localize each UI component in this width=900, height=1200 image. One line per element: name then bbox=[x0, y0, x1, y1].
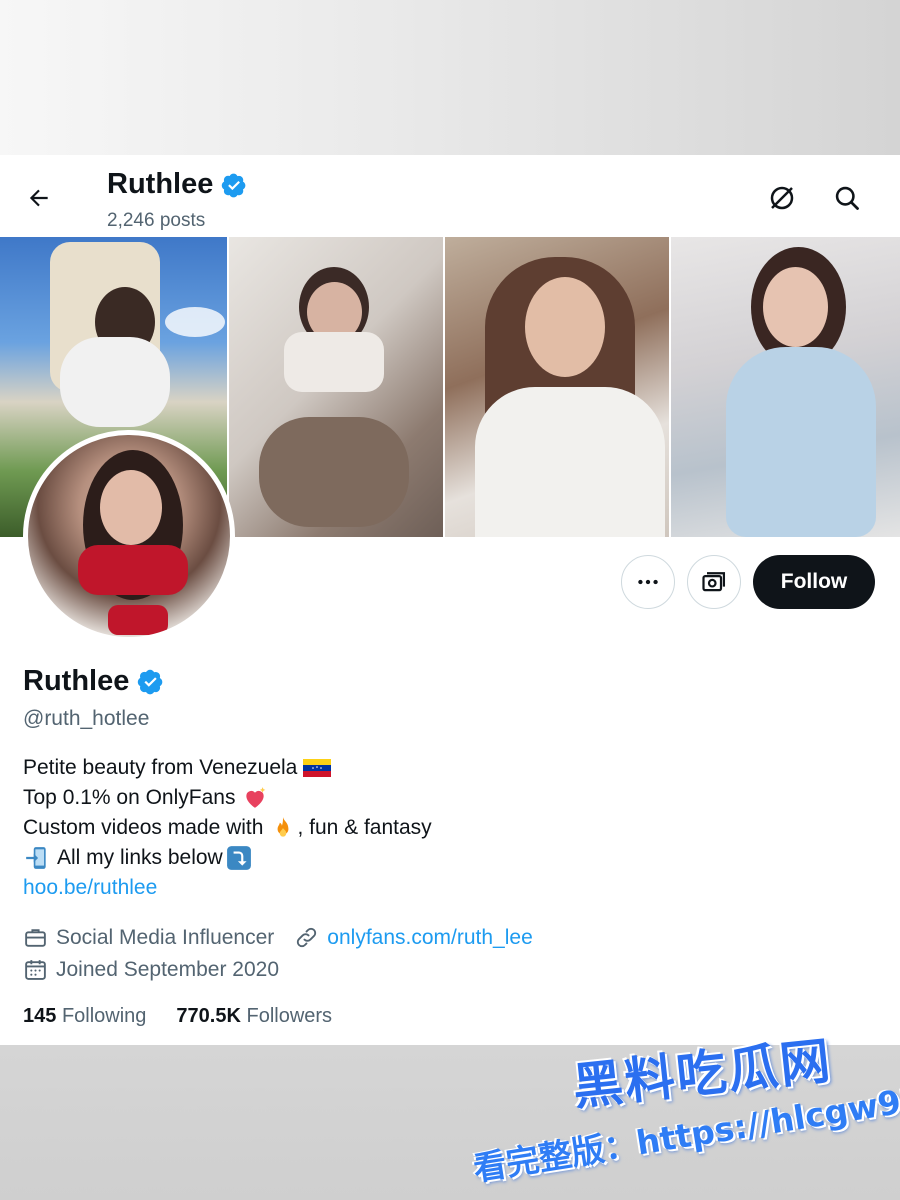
bio-link[interactable]: hoo.be/ruthlee bbox=[23, 873, 157, 903]
verified-badge-icon bbox=[221, 172, 247, 198]
following-link[interactable]: 145 Following bbox=[23, 1005, 146, 1028]
briefcase-icon bbox=[25, 929, 46, 947]
arrow-left-icon bbox=[29, 189, 48, 207]
avatar[interactable] bbox=[23, 430, 235, 642]
search-icon bbox=[835, 186, 859, 210]
venezuela-flag-icon bbox=[303, 759, 332, 777]
profile-bio: Petite beauty from Venezuela Top 0.1% on… bbox=[23, 753, 432, 903]
bio-text: All my links below bbox=[57, 846, 223, 869]
following-label: Following bbox=[61, 1005, 147, 1027]
bio-line: Custom videos made with , fun & fantasy bbox=[23, 813, 432, 843]
sparkling-heart-icon bbox=[246, 787, 266, 808]
fire-icon bbox=[278, 817, 289, 837]
more-button[interactable] bbox=[621, 555, 675, 609]
bio-line: All my links below bbox=[23, 843, 432, 873]
profile-handle: @ruth_hotlee bbox=[23, 707, 150, 730]
arrow-down-right-icon bbox=[226, 846, 251, 870]
mobile-arrow-icon bbox=[26, 847, 46, 869]
followers-label: Followers bbox=[246, 1005, 333, 1027]
profile-meta-row: Social Media Influencer onlyfans.com/rut… bbox=[23, 925, 533, 950]
profile-card: Ruthlee 2,246 posts Follow Ruthlee @ruth… bbox=[0, 155, 900, 1045]
subscribe-button[interactable] bbox=[687, 555, 741, 609]
header-name: Ruthlee bbox=[107, 168, 214, 200]
bio-line: hoo.be/ruthlee bbox=[23, 873, 432, 903]
verified-badge-icon[interactable] bbox=[137, 668, 164, 695]
banner-photo bbox=[445, 237, 669, 537]
back-button[interactable] bbox=[20, 179, 58, 217]
following-count: 145 bbox=[23, 1005, 57, 1027]
followers-link[interactable]: 770.5K Followers bbox=[176, 1005, 332, 1028]
banner-photo bbox=[229, 237, 443, 537]
profile-joined: Joined September 2020 bbox=[56, 957, 279, 981]
bio-text: Custom videos made with bbox=[23, 816, 264, 839]
followers-count: 770.5K bbox=[176, 1005, 241, 1027]
profile-name: Ruthlee bbox=[23, 665, 130, 697]
profile-website[interactable]: onlyfans.com/ruth_lee bbox=[327, 926, 532, 950]
grok-icon bbox=[770, 186, 794, 210]
bio-text: Petite beauty from Venezuela bbox=[23, 756, 298, 779]
calendar-icon bbox=[25, 960, 46, 980]
grok-button[interactable] bbox=[763, 179, 801, 217]
follow-button[interactable]: Follow bbox=[753, 555, 875, 609]
bio-text: , fun & fantasy bbox=[297, 816, 432, 839]
follow-stats: 145 Following 770.5K Followers bbox=[23, 1005, 332, 1028]
post-count: 2,246 posts bbox=[107, 210, 206, 231]
search-button[interactable] bbox=[828, 179, 866, 217]
bio-text: Top 0.1% on OnlyFans bbox=[23, 786, 236, 809]
background-top bbox=[0, 0, 900, 155]
profile-joined-row: Joined September 2020 bbox=[23, 957, 279, 982]
subscribe-icon bbox=[702, 572, 726, 592]
profile-name-row: Ruthlee bbox=[23, 665, 164, 698]
link-icon bbox=[297, 927, 317, 948]
bio-line: Top 0.1% on OnlyFans bbox=[23, 783, 432, 813]
profile-category: Social Media Influencer bbox=[56, 925, 275, 949]
profile-header: Ruthlee 2,246 posts bbox=[0, 155, 900, 237]
banner-photo bbox=[670, 237, 900, 537]
bio-line: Petite beauty from Venezuela bbox=[23, 753, 432, 783]
header-name-row: Ruthlee bbox=[107, 168, 247, 201]
more-dots-icon bbox=[638, 579, 658, 585]
